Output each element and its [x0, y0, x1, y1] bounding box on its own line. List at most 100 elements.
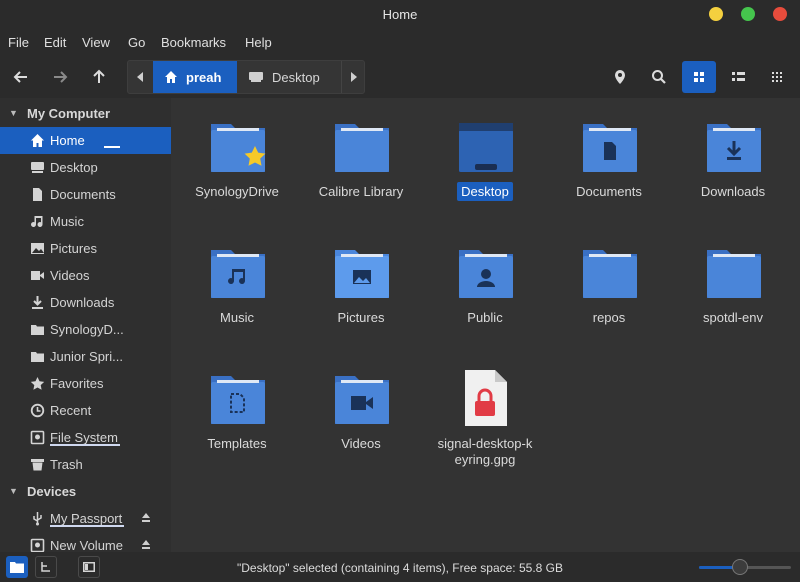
file-item-pictures[interactable]: Pictures [301, 226, 421, 346]
menu-bookmarks[interactable]: Bookmarks [161, 35, 226, 50]
sidebar-item-junior-spring[interactable]: Junior Spri... [0, 343, 171, 370]
up-button[interactable] [84, 62, 114, 92]
underline-mark [50, 525, 124, 527]
sidebar-item-label: New Volume [50, 538, 123, 552]
sidebar-item-videos[interactable]: Videos [0, 262, 171, 289]
menu-file[interactable]: File [8, 35, 29, 50]
sidebar-item-downloads[interactable]: Downloads [0, 289, 171, 316]
menu-edit[interactable]: Edit [44, 35, 66, 50]
picture-icon [31, 243, 44, 254]
file-item-desktop[interactable]: Desktop [425, 100, 545, 220]
breadcrumb-scroll-right[interactable] [341, 61, 365, 93]
menu-go[interactable]: Go [128, 35, 145, 50]
eject-icon[interactable] [141, 512, 151, 524]
maximize-button[interactable] [741, 7, 755, 21]
sidebar-item-label: Favorites [50, 376, 104, 391]
usb-icon [33, 512, 42, 526]
download-icon [32, 296, 43, 309]
sidebar-item-label: Trash [50, 457, 83, 472]
sidebar-item-favorites[interactable]: Favorites [0, 370, 171, 397]
sidebar-item-label: File System [50, 430, 118, 445]
sidebar-item-recent[interactable]: Recent [0, 397, 171, 424]
file-item-templates[interactable]: Templates [177, 352, 297, 472]
file-item-repos[interactable]: repos [549, 226, 669, 346]
file-item-downloads[interactable]: Downloads [673, 100, 793, 220]
folder-templates-icon [211, 376, 265, 424]
sidebar-item-label: My Passport [50, 511, 123, 526]
file-label: Music [220, 310, 254, 325]
folder-icon [583, 250, 637, 298]
search-button[interactable] [644, 62, 674, 92]
menu-help[interactable]: Help [245, 35, 272, 50]
file-item-public[interactable]: Public [425, 226, 545, 346]
toolbar: preah Desktop [0, 56, 800, 98]
breadcrumb-scroll-left[interactable] [128, 61, 152, 93]
trash-icon [31, 459, 44, 471]
minimize-button[interactable] [709, 7, 723, 21]
forward-button[interactable] [45, 62, 75, 92]
section-devices[interactable]: ▼ Devices [0, 478, 171, 504]
menu-view[interactable]: View [82, 35, 110, 50]
file-item-spotdl-env[interactable]: spotdl-env [673, 226, 793, 346]
sidebar-item-synologydrive[interactable]: SynologyD... [0, 316, 171, 343]
list-view-button[interactable] [723, 62, 753, 92]
star-icon [30, 377, 45, 390]
breadcrumb: preah Desktop [127, 60, 365, 94]
file-label: Public [467, 310, 503, 325]
zoom-slider[interactable] [699, 559, 791, 575]
file-view[interactable]: SynologyDrive Calibre Library Desktop Do… [171, 98, 800, 552]
sidebar-item-new-volume[interactable]: New Volume [0, 532, 171, 552]
file-item-synologydrive[interactable]: SynologyDrive [177, 100, 297, 220]
sidebar-item-label: Music [50, 214, 84, 229]
close-button[interactable] [773, 7, 787, 21]
desktop-icon [249, 72, 263, 82]
back-button[interactable] [6, 62, 36, 92]
breadcrumb-home-label: preah [186, 69, 222, 85]
window-title: Home [382, 7, 418, 22]
folder-public-icon [459, 250, 513, 298]
grid-icon [694, 72, 704, 82]
underline-mark [104, 146, 120, 148]
eject-icon[interactable] [141, 539, 151, 551]
sidebar-item-desktop[interactable]: Desktop [0, 154, 171, 181]
clock-icon [30, 403, 45, 418]
drive-icon [30, 538, 45, 552]
file-item-calibre-library[interactable]: Calibre Library [301, 100, 421, 220]
sidebar-item-trash[interactable]: Trash [0, 451, 171, 478]
compact-view-button[interactable] [762, 62, 792, 92]
folder-icon [31, 325, 44, 335]
file-label: Documents [576, 184, 642, 199]
sidebar-item-label: Downloads [50, 295, 115, 310]
file-item-videos[interactable]: Videos [301, 352, 421, 472]
icon-view-button[interactable] [682, 61, 716, 93]
breadcrumb-home[interactable]: preah [153, 61, 237, 93]
chevron-down-icon: ▼ [9, 108, 18, 118]
status-bar: "Desktop" selected (containing 4 items),… [0, 552, 800, 582]
sidebar-item-label: Videos [50, 268, 90, 283]
file-item-documents[interactable]: Documents [549, 100, 669, 220]
sidebar-item-home[interactable]: Home [0, 127, 171, 154]
breadcrumb-desktop[interactable]: Desktop [237, 61, 341, 93]
file-item-signal-keyring[interactable]: signal-desktop-keyring.gpg [425, 352, 545, 492]
sidebar-item-label: SynologyD... [50, 322, 124, 337]
folder-icon [335, 124, 389, 172]
search-icon [652, 70, 666, 84]
sidebar-item-my-passport[interactable]: My Passport [0, 505, 171, 532]
sidebar-item-label: Pictures [50, 241, 97, 256]
sidebar-item-file-system[interactable]: File System [0, 424, 171, 451]
section-my-computer[interactable]: ▼ My Computer [0, 100, 171, 126]
chevron-left-icon [137, 72, 143, 82]
title-bar: Home [0, 0, 800, 30]
breadcrumb-desktop-label: Desktop [272, 69, 320, 85]
desktop-icon [31, 162, 44, 173]
location-button[interactable] [605, 62, 635, 92]
sidebar-item-pictures[interactable]: Pictures [0, 235, 171, 262]
sidebar-item-documents[interactable]: Documents [0, 181, 171, 208]
file-item-music[interactable]: Music [177, 226, 297, 346]
sidebar-item-label: Recent [50, 403, 92, 418]
folder-icon [31, 352, 44, 362]
folder-desktop-icon [459, 123, 513, 172]
status-text: "Desktop" selected (containing 4 items),… [236, 561, 563, 575]
arrow-left-icon [13, 71, 27, 83]
sidebar-item-music[interactable]: Music [0, 208, 171, 235]
